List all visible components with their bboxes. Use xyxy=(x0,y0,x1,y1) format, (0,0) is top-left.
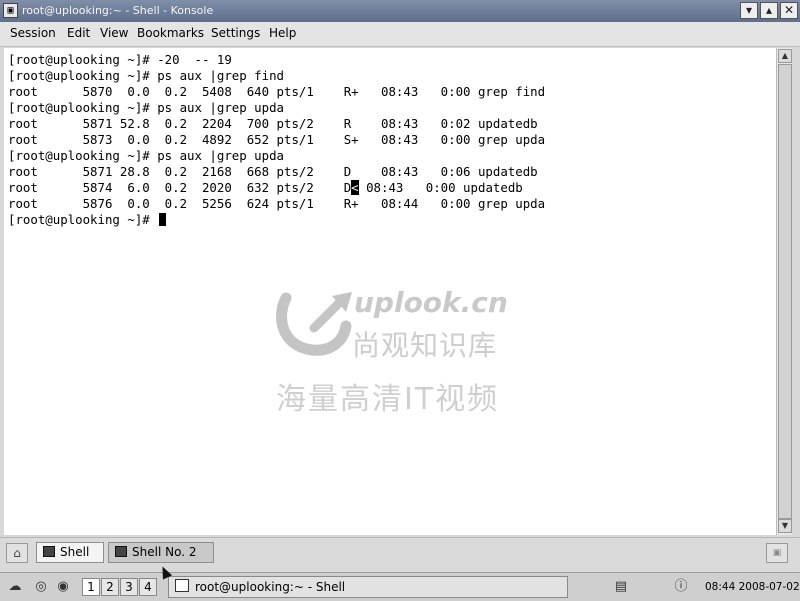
tab-label: Shell No. 2 xyxy=(132,545,197,559)
terminal-output[interactable]: [root@uplooking ~]# -20 -- 19 [root@uplo… xyxy=(4,48,776,535)
task-window-title: root@uplooking:~ - Shell xyxy=(195,580,346,594)
terminal-line: root 5870 0.0 0.2 5408 640 pts/1 R+ 08:4… xyxy=(8,84,546,99)
text-cursor xyxy=(159,213,167,226)
menu-bar: Session Edit View Bookmarks Settings Hel… xyxy=(0,22,800,47)
scroll-up-icon[interactable]: ▲ xyxy=(778,49,792,63)
terminal-prompt-line[interactable]: [root@uplooking ~]# xyxy=(8,212,167,228)
uplook-logo-icon xyxy=(276,292,352,356)
selection-highlight: < xyxy=(351,180,359,195)
watermark-url: uplook.cn xyxy=(354,286,508,319)
close-session-icon[interactable]: ▣ xyxy=(766,543,788,563)
system-menu-icon[interactable]: ☁ xyxy=(6,578,24,595)
watermark-slogan: 尚观知识库 xyxy=(352,329,498,362)
task-window-button[interactable]: root@uplooking:~ - Shell xyxy=(168,576,568,598)
menu-session[interactable]: Session xyxy=(10,25,56,42)
terminal-line: [root@uplooking ~]# ps aux |grep upda xyxy=(8,148,285,163)
session-tab-bar: ⌂ Shell Shell No. 2 ▣ xyxy=(0,537,800,568)
menu-bookmarks[interactable]: Bookmarks xyxy=(137,25,204,42)
terminal-icon xyxy=(43,546,55,557)
terminal-line: root 5874 6.0 0.2 2020 632 pts/2 D< 08:4… xyxy=(8,180,523,196)
desktop-2-button[interactable]: 2 xyxy=(101,578,119,596)
tab-label: Shell xyxy=(60,545,90,559)
terminal-line: [root@uplooking ~]# -20 -- 19 xyxy=(8,52,232,67)
window-title: root@uplooking:~ - Shell - Konsole xyxy=(22,4,214,17)
close-icon[interactable]: ✕ xyxy=(780,2,798,19)
info-icon[interactable]: ⓘ xyxy=(672,578,690,595)
desktop-4-button[interactable]: 4 xyxy=(139,578,157,596)
scrollbar-thumb[interactable] xyxy=(778,64,792,519)
shell-prompt: [root@uplooking ~]# xyxy=(8,212,158,227)
tab-shell-no-2[interactable]: Shell No. 2 xyxy=(108,542,214,563)
window-icon xyxy=(175,579,189,592)
terminal-line: [root@uplooking ~]# ps aux |grep find xyxy=(8,68,285,83)
browser-icon[interactable]: ◉ xyxy=(54,578,72,595)
terminal-line-end: 08:43 0:00 updatedb xyxy=(358,180,523,195)
network-icon[interactable]: ◎ xyxy=(32,578,50,595)
menu-view[interactable]: View xyxy=(100,25,128,42)
terminal-app-icon[interactable]: ▣ xyxy=(3,3,18,18)
new-session-icon[interactable]: ⌂ xyxy=(6,543,28,563)
scroll-down-icon[interactable]: ▼ xyxy=(778,519,792,533)
menu-settings[interactable]: Settings xyxy=(211,25,260,42)
terminal-icon xyxy=(115,546,127,557)
desktop-3-button[interactable]: 3 xyxy=(120,578,138,596)
terminal-line: [root@uplooking ~]# ps aux |grep upda xyxy=(8,100,285,115)
terminal-line-start: root 5874 6.0 0.2 2020 632 pts/2 D xyxy=(8,180,352,195)
terminal-line: root 5876 0.0 0.2 5256 624 pts/1 R+ 08:4… xyxy=(8,196,546,211)
watermark-tagline: 海量高清IT视频 xyxy=(276,382,500,417)
minimize-icon[interactable]: ▾ xyxy=(740,2,758,19)
terminal-line: root 5871 28.8 0.2 2168 668 pts/2 D 08:4… xyxy=(8,164,538,179)
menu-edit[interactable]: Edit xyxy=(67,25,90,42)
system-taskbar: ☁ ◎ ◉ 1 2 3 4 root@uplooking:~ - Shell ▤… xyxy=(0,572,800,601)
clipboard-icon[interactable]: ▤ xyxy=(612,578,630,595)
desktop-1-button[interactable]: 1 xyxy=(82,578,100,596)
clock[interactable]: 08:44 2008-07-02 xyxy=(705,579,800,595)
menu-help[interactable]: Help xyxy=(269,25,296,42)
terminal-line: root 5871 52.8 0.2 2204 700 pts/2 R 08:4… xyxy=(8,116,538,131)
window-titlebar[interactable]: ▣ root@uplooking:~ - Shell - Konsole ▾ ▴… xyxy=(0,0,800,22)
vertical-scrollbar[interactable]: ▲ ▼ xyxy=(776,48,792,535)
tab-shell[interactable]: Shell xyxy=(36,542,104,563)
terminal-line: root 5873 0.0 0.2 4892 652 pts/1 S+ 08:4… xyxy=(8,132,546,147)
maximize-icon[interactable]: ▴ xyxy=(760,2,778,19)
